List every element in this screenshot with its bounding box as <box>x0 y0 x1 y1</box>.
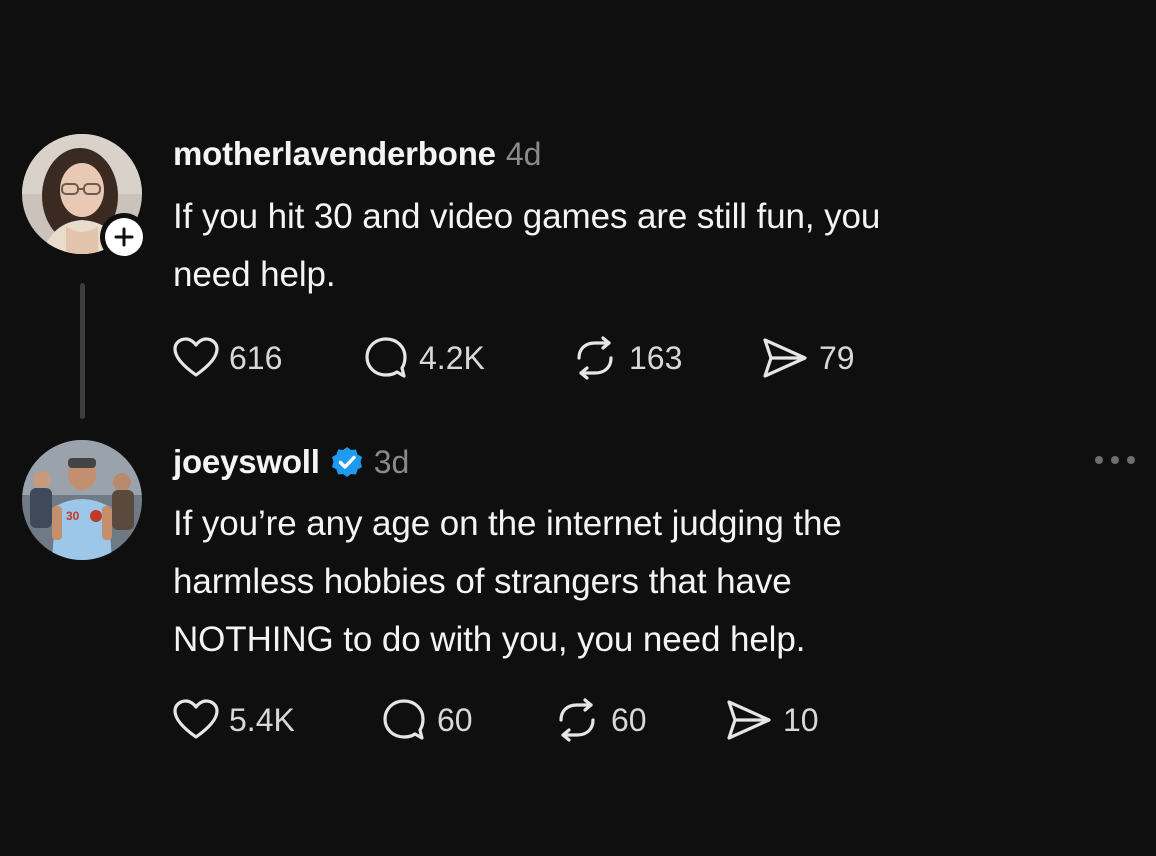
share-count: 10 <box>783 701 819 738</box>
reply-count: 60 <box>437 701 473 738</box>
post-text-line: If you hit 30 and video games are still … <box>173 197 881 236</box>
repost-count: 163 <box>629 339 683 376</box>
verified-badge-icon <box>330 445 364 479</box>
share-count: 79 <box>819 339 855 376</box>
post-text-line: harmless hobbies of strangers that have <box>173 562 792 601</box>
reply-count: 4.2K <box>419 339 485 376</box>
like-button[interactable]: 616 <box>173 333 282 383</box>
send-icon <box>727 700 771 740</box>
post-time: 3d <box>373 443 410 480</box>
like-count: 616 <box>229 339 283 376</box>
username[interactable]: motherlavenderbone <box>173 135 496 173</box>
post-header: motherlavenderbone 4d <box>173 134 541 174</box>
repost-icon <box>577 336 613 380</box>
avatar-photo-icon: 30 <box>22 440 142 560</box>
post-header: joeyswoll 3d <box>173 442 409 482</box>
svg-text:30: 30 <box>66 509 80 523</box>
post-time: 4d <box>505 135 542 172</box>
post-text-line: If you’re any age on the internet judgin… <box>173 504 842 543</box>
comment-icon <box>365 337 407 378</box>
post-text: If you hit 30 and video games are still … <box>173 188 1093 304</box>
post-text-line: NOTHING to do with you, you need help. <box>173 620 806 659</box>
post-text-line: need help. <box>173 255 336 294</box>
repost-button[interactable]: 60 <box>553 695 647 745</box>
share-button[interactable]: 10 <box>725 695 819 745</box>
comment-icon <box>383 699 425 740</box>
more-options-icon[interactable] <box>1092 452 1138 468</box>
like-count: 5.4K <box>229 701 295 738</box>
send-icon <box>763 338 807 378</box>
follow-button[interactable] <box>100 213 148 261</box>
like-button[interactable]: 5.4K <box>173 695 295 745</box>
repost-count: 60 <box>611 701 647 738</box>
reply-button[interactable]: 4.2K <box>363 333 485 383</box>
repost-icon <box>559 698 595 742</box>
username[interactable]: joeyswoll <box>173 443 320 481</box>
share-button[interactable]: 79 <box>761 333 855 383</box>
heart-icon <box>173 699 219 739</box>
avatar[interactable]: 30 <box>22 440 142 560</box>
reply-button[interactable]: 60 <box>381 695 473 745</box>
post-text: If you’re any age on the internet judgin… <box>173 495 1093 669</box>
thread-connector-line <box>80 283 85 419</box>
heart-icon <box>173 337 219 377</box>
repost-button[interactable]: 163 <box>571 333 682 383</box>
plus-icon <box>114 227 134 247</box>
